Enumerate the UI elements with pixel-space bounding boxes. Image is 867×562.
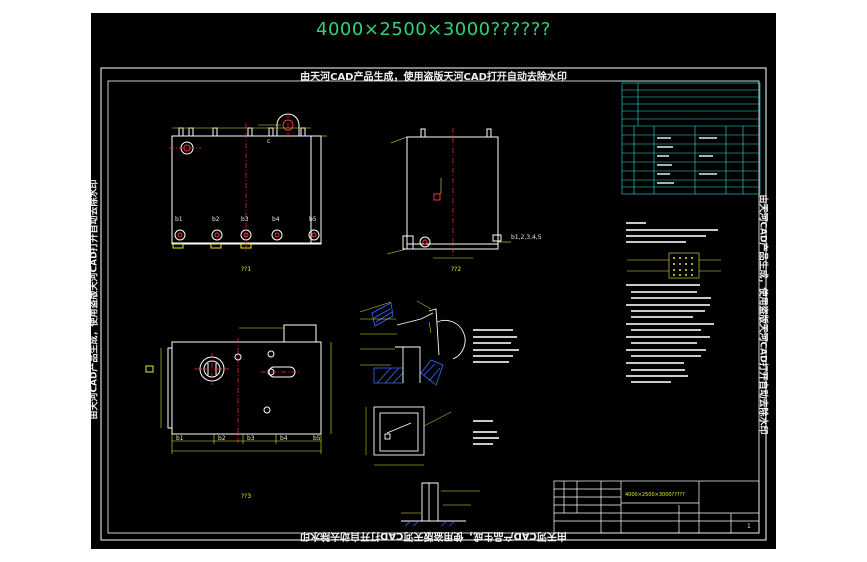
front-centerlines [169, 113, 289, 253]
technical-notes [626, 222, 718, 383]
nozzle-label-b2: b2 [212, 216, 220, 223]
detail-1-hatch [371, 302, 444, 386]
front-view-label: ??1 [241, 266, 252, 273]
top-nozzle-label-b3: b3 [247, 435, 255, 442]
title-block-sheet-number: 1 [747, 523, 751, 530]
top-nozzle-label-b5: b5 [313, 435, 321, 442]
cad-drawing [100, 67, 767, 541]
side-view-label: ??2 [451, 266, 462, 273]
nozzle-label-b1: b1 [175, 216, 183, 223]
inner-frame [107, 80, 760, 534]
weld-symbol-pattern [673, 257, 693, 276]
title-block-drawing-name: 4000×2500×3000????? [625, 492, 685, 498]
nozzle-label-b4: b4 [272, 216, 280, 223]
detail-3 [401, 482, 466, 522]
top-view-label: ??3 [241, 493, 252, 500]
detail-notes [473, 329, 519, 445]
side-dimensions [386, 136, 511, 259]
detail-2-dims [365, 407, 452, 466]
top-nozzle-label-b2: b2 [218, 435, 226, 442]
nozzle-label-c: c [267, 138, 271, 145]
front-view [171, 113, 322, 249]
top-dimensions [160, 327, 332, 454]
detail-2 [373, 406, 425, 456]
detail-1 [395, 308, 466, 383]
top-centerlines [194, 338, 301, 443]
top-nozzle-label-b4: b4 [280, 435, 288, 442]
side-view [402, 128, 502, 250]
nozzle-label-b3: b3 [241, 216, 249, 223]
front-dimensions [172, 124, 327, 137]
detail-3-leaders [401, 490, 480, 514]
nozzle-label-b5: b5 [309, 216, 317, 223]
top-nozzle-label-b1: b1 [176, 435, 184, 442]
parts-list-table [621, 82, 761, 195]
side-nozzle-label: b1,2,3,4,5 [511, 234, 542, 241]
top-view [145, 324, 322, 435]
title-block [553, 480, 760, 534]
detail-3-hatch [404, 520, 456, 527]
drawing-canvas[interactable]: 4000×2500×3000?????? 由天河CAD产品生成，使用盗版天河CA… [91, 13, 776, 549]
